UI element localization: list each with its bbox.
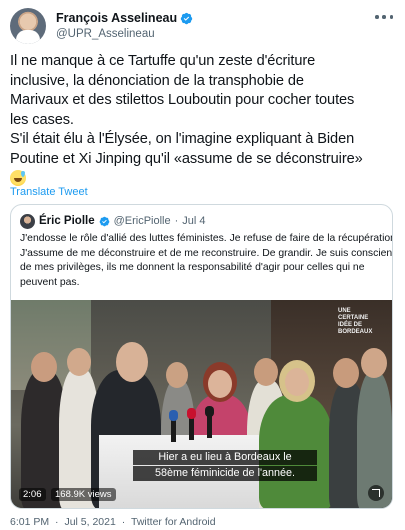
separator: · — [174, 215, 179, 227]
quoted-line: J'assume de me déconstruire et de me rec… — [20, 247, 393, 259]
quoted-line: J'endosse le rôle d'allié des luttes fém… — [20, 233, 393, 244]
avatar[interactable] — [10, 8, 46, 44]
video-player[interactable]: UNE CERTAINE IDÉE DE BORDEAUX Hier a eu … — [11, 300, 392, 508]
tweet-text: Il ne manque à ce Tartuffe qu'un zeste d… — [10, 52, 400, 190]
quoted-tweet-header: Éric Piolle @EricPiolle · Jul 4 — [20, 213, 206, 229]
translate-tweet-link[interactable]: Translate Tweet — [10, 186, 88, 198]
tweet-line: S'il était élu à l'Élysée, on l'imagine … — [10, 131, 355, 148]
tweet-meta: 6:01 PM · Jul 5, 2021 · Twitter for Andr… — [10, 516, 219, 528]
display-name[interactable]: François Asselineau — [56, 11, 177, 25]
quoted-tweet[interactable]: Éric Piolle @EricPiolle · Jul 4 J'endoss… — [10, 204, 393, 509]
video-subtitle: Hier a eu lieu à Bordeaux le — [133, 450, 317, 465]
tweet-line: Il ne manque à ce Tartuffe qu'un zeste d… — [10, 53, 316, 69]
quoted-text: J'endosse le rôle d'allié des luttes fém… — [20, 232, 393, 290]
grinning-sweat-emoji-icon — [10, 169, 26, 186]
quoted-line: de mes privilèges, ils me donnent la res… — [20, 262, 365, 274]
tweet-line: les cases. — [10, 111, 74, 128]
verified-badge-icon — [180, 12, 193, 24]
tweet-line: inclusive, la dénonciation de la transph… — [10, 72, 304, 89]
tweet-time[interactable]: 6:01 PM — [10, 516, 49, 528]
separator: · — [55, 516, 59, 528]
handle[interactable]: @UPR_Asselineau — [56, 28, 155, 40]
tweet-line: Marivaux et des stilettos Louboutin pour… — [10, 92, 355, 109]
tweet-source: Twitter for Android — [130, 516, 216, 528]
quoted-display-name: Éric Piolle — [39, 215, 95, 227]
tweet-line: Poutine et Xi Jinping qu'il «assume de s… — [10, 150, 363, 167]
separator: · — [121, 516, 126, 528]
quoted-line: peuvent pas. — [20, 276, 80, 288]
quoted-handle: @EricPiolle — [113, 215, 171, 227]
more-options-icon[interactable] — [375, 12, 393, 22]
video-watermark: UNE CERTAINE IDÉE DE BORDEAUX — [338, 308, 373, 335]
video-views: 168.9K views — [51, 488, 116, 501]
tweet: François Asselineau @UPR_Asselineau Il n… — [0, 0, 405, 530]
name-row[interactable]: François Asselineau — [56, 10, 193, 26]
video-duration: 2:06 — [19, 488, 46, 501]
expand-icon[interactable] — [368, 485, 384, 501]
tweet-date[interactable]: Jul 5, 2021 — [64, 516, 115, 528]
tweet-header: François Asselineau @UPR_Asselineau — [10, 8, 395, 44]
quoted-date: Jul 4 — [182, 215, 206, 227]
quoted-avatar — [20, 213, 35, 229]
video-subtitle: 58ème féminicide de l'année. — [133, 466, 317, 481]
verified-badge-icon — [99, 216, 109, 226]
